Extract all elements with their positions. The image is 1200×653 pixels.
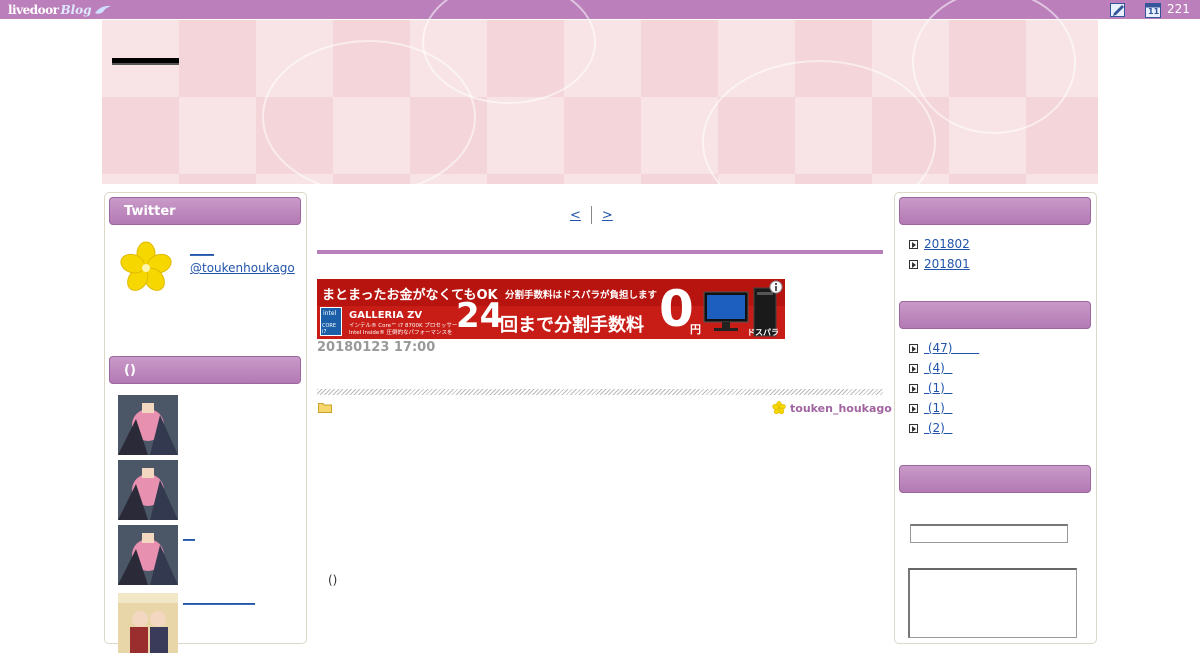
category-link[interactable]: (1) <box>924 401 952 415</box>
livedoor-blog-logo[interactable]: livedoor Blog <box>8 1 112 18</box>
archive-item[interactable]: 201801 <box>909 256 970 272</box>
category-item[interactable]: (2) <box>909 420 952 436</box>
ad-banner[interactable]: まとまったお金がなくてもOK 分割手数料はドスパラが負担します intel CO… <box>317 279 785 339</box>
ad-spec-2: Intel Inside® 圧倒的なパフォーマンスを <box>349 330 453 336</box>
blog-header <box>102 0 1098 224</box>
twitter-name-link[interactable]: ____ <box>190 242 214 256</box>
bullet-icon <box>909 423 918 433</box>
search-heading <box>899 465 1091 493</box>
category-item[interactable]: (1) <box>909 380 952 396</box>
ad-headline-tail: 分割手数料はドスパラが負担します <box>505 290 658 301</box>
archive-link[interactable]: 201802 <box>924 237 970 251</box>
thumbnail-link[interactable]: __ <box>183 527 195 541</box>
blog-title[interactable] <box>112 58 179 63</box>
bullet-icon <box>909 403 918 413</box>
author-avatar-icon <box>772 401 786 415</box>
archive-item[interactable]: 201802 <box>909 236 970 252</box>
category-link[interactable]: (2) <box>924 421 952 435</box>
section2-heading: () <box>109 356 301 384</box>
category-item[interactable]: (47) <box>909 340 979 356</box>
categories-heading <box>899 301 1091 329</box>
calendar-button[interactable]: 11 <box>1144 1 1162 18</box>
archives-heading <box>899 197 1091 225</box>
edit-icon[interactable] <box>1109 1 1127 18</box>
logo-blog-text: Blog <box>60 2 92 17</box>
post-divider <box>317 389 883 395</box>
thumbnail-image[interactable] <box>118 395 178 455</box>
visitor-count: 221 <box>1167 2 1190 16</box>
ad-brand: GALLERIA ZV <box>349 310 423 321</box>
category-link[interactable]: (1) <box>924 381 952 395</box>
twitter-heading: Twitter <box>109 197 301 225</box>
folder-icon[interactable] <box>318 402 332 413</box>
next-page-link[interactable]: > <box>592 208 623 223</box>
thumbnail-image[interactable] <box>118 460 178 520</box>
category-link[interactable]: (47) <box>924 341 979 355</box>
thumbnail-link[interactable]: ____________ <box>183 591 255 605</box>
category-item[interactable]: (4) <box>909 360 952 376</box>
intel-sub: CORE i7 <box>322 323 337 335</box>
right-sidebar: 201802 201801 (47) (4) (1) (1) (2) <box>894 192 1097 644</box>
ad-zero: 0 <box>659 280 694 338</box>
intel-badge: intel CORE i7 <box>320 307 342 336</box>
category-item[interactable]: (1) <box>909 400 952 416</box>
post-date: 20180123 17:00 <box>317 340 436 355</box>
search-input[interactable] <box>910 524 1068 543</box>
category-link[interactable]: (4) <box>924 361 952 375</box>
twitter-handle-link[interactable]: @toukenhoukago <box>190 261 295 275</box>
ad-big-text: 回まで分割手数料 <box>500 315 644 336</box>
intel-label: intel <box>323 310 337 317</box>
bullet-icon <box>909 363 918 373</box>
header-swirl <box>912 0 1076 134</box>
calendar-day: 11 <box>1148 7 1160 16</box>
bird-icon <box>94 5 111 14</box>
post-title-rule <box>317 250 883 254</box>
left-sidebar: Twitter ____ @toukenhoukago () __ ______… <box>104 192 307 653</box>
author-name: touken_houkago <box>790 401 892 415</box>
post-body-text: () <box>328 573 338 587</box>
ad-yen: 円 <box>690 323 701 336</box>
thumbnail-image[interactable] <box>118 593 178 653</box>
post-author[interactable]: touken_houkago <box>772 401 892 415</box>
ad-store: ドスパラ <box>747 328 779 337</box>
prev-page-link[interactable]: < <box>560 208 591 223</box>
logo-text: livedoor <box>8 2 59 17</box>
thumbnail-image[interactable] <box>118 525 178 585</box>
cherry-blossom-icon[interactable] <box>120 241 172 293</box>
bullet-icon <box>909 239 918 249</box>
archive-link[interactable]: 201801 <box>924 257 970 271</box>
ad-big-number: 24 <box>456 296 504 336</box>
bullet-icon <box>909 383 918 393</box>
message-textarea[interactable] <box>908 568 1077 638</box>
ad-info-icon[interactable] <box>769 280 783 294</box>
bullet-icon <box>909 343 918 353</box>
bullet-icon <box>909 259 918 269</box>
pager: < > <box>560 206 623 224</box>
